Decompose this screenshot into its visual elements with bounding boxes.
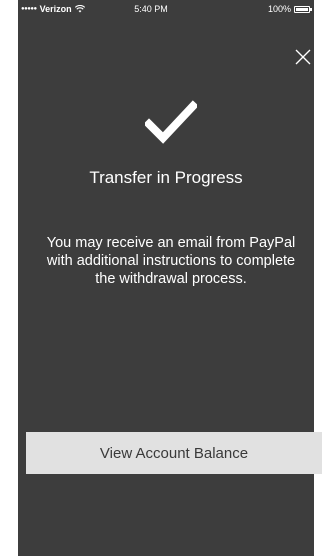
instruction-message: You may receive an email from PayPal wit… (46, 235, 296, 287)
battery-icon (294, 5, 312, 13)
checkmark-icon (145, 100, 197, 144)
status-bar: ●●●●● Verizon 5:40 PM 100% (18, 0, 314, 20)
close-icon (295, 49, 311, 65)
battery-status: 100% (267, 4, 312, 14)
page-title: Transfer in Progress (89, 168, 243, 187)
view-account-balance-button[interactable]: View Account Balance (26, 432, 322, 474)
close-button[interactable] (294, 48, 314, 68)
battery-percent: 100% (267, 4, 291, 14)
